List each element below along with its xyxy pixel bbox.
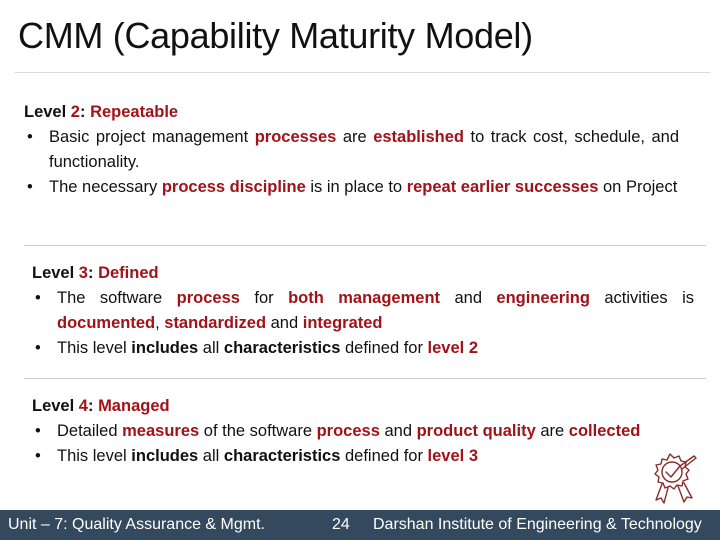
level-heading: Level 2: Repeatable — [24, 100, 679, 125]
bold-text: includes — [131, 447, 199, 465]
level-colon: : — [79, 103, 91, 121]
body-text: on Project — [598, 178, 678, 196]
body-text: The software — [57, 289, 177, 307]
body-text: of the software — [199, 422, 317, 440]
level-bullets: The software process for both management… — [32, 286, 694, 361]
highlight-text: process — [316, 422, 380, 440]
level-colon: : — [87, 264, 99, 282]
bullet-item: This level includes all characteristics … — [32, 444, 694, 469]
body-text: activities is — [589, 289, 694, 307]
level-prefix: Level — [32, 264, 79, 282]
level-number: 4 — [78, 397, 88, 415]
body-text: The necessary — [49, 178, 162, 196]
bullet-item: Detailed measures of the software proces… — [32, 419, 694, 444]
highlight-text: process — [176, 289, 240, 307]
level-heading: Level 3: Defined — [32, 261, 694, 286]
slide-footer: Unit – 7: Quality Assurance & Mgmt. 24 D… — [0, 510, 720, 540]
footer-page-number: 24 — [332, 516, 350, 533]
section-divider — [24, 378, 706, 379]
body-text: and — [379, 422, 417, 440]
level-2-section: Level 2: Repeatable Basic project manage… — [24, 100, 679, 200]
level-prefix: Level — [32, 397, 79, 415]
body-text: and — [266, 314, 303, 332]
level-heading: Level 4: Managed — [32, 394, 694, 419]
bullet-item: The software process for both management… — [32, 286, 694, 336]
body-text: all — [198, 447, 224, 465]
body-text: are — [336, 128, 374, 146]
body-text: This level — [57, 339, 132, 357]
highlight-text: both management — [288, 289, 441, 307]
footer-unit-label: Unit – 7: Quality Assurance & Mgmt. — [8, 516, 265, 533]
body-text: defined for — [340, 339, 428, 357]
bullet-item: This level includes all characteristics … — [32, 336, 694, 361]
level-number: 3 — [78, 264, 88, 282]
level-bullets: Detailed measures of the software proces… — [32, 419, 694, 469]
highlight-text: process discipline — [161, 178, 306, 196]
title-divider — [15, 72, 710, 73]
highlight-text: product quality — [416, 422, 536, 440]
body-text: are — [535, 422, 569, 440]
highlight-text: measures — [122, 422, 200, 440]
body-text: defined for — [340, 447, 428, 465]
highlight-text: processes — [254, 128, 337, 146]
level-bullets: Basic project management processes are e… — [24, 125, 679, 200]
highlight-text: established — [373, 128, 464, 146]
level-colon: : — [87, 397, 99, 415]
highlight-text: level 3 — [427, 447, 479, 465]
highlight-text: integrated — [302, 314, 383, 332]
highlight-text: collected — [568, 422, 641, 440]
body-text: for — [239, 289, 289, 307]
body-text: Detailed — [57, 422, 123, 440]
bullet-item: Basic project management processes are e… — [24, 125, 679, 175]
bold-text: characteristics — [223, 447, 341, 465]
level-prefix: Level — [24, 103, 71, 121]
highlight-text: standardized — [164, 314, 267, 332]
bold-text: includes — [131, 339, 199, 357]
body-text: and — [440, 289, 497, 307]
highlight-text: repeat earlier successes — [406, 178, 599, 196]
level-name: Defined — [98, 264, 159, 282]
level-name: Repeatable — [90, 103, 179, 121]
bold-text: characteristics — [223, 339, 341, 357]
level-3-section: Level 3: Defined The software process fo… — [32, 261, 694, 361]
level-4-section: Level 4: Managed Detailed measures of th… — [32, 394, 694, 469]
body-text: is in place to — [305, 178, 407, 196]
body-text: all — [198, 339, 224, 357]
highlight-text: level 2 — [427, 339, 479, 357]
slide-title: CMM (Capability Maturity Model) — [18, 15, 533, 56]
body-text: This level — [57, 447, 132, 465]
level-number: 2 — [70, 103, 80, 121]
highlight-text: documented — [57, 314, 156, 332]
body-text: , — [155, 314, 165, 332]
bullet-item: The necessary process discipline is in p… — [24, 175, 679, 200]
highlight-text: engineering — [496, 289, 590, 307]
level-name: Managed — [98, 397, 170, 415]
footer-institute-name: Darshan Institute of Engineering & Techn… — [373, 516, 702, 533]
body-text: Basic project management — [49, 128, 255, 146]
award-badge-icon — [644, 450, 702, 510]
section-divider — [24, 245, 706, 246]
